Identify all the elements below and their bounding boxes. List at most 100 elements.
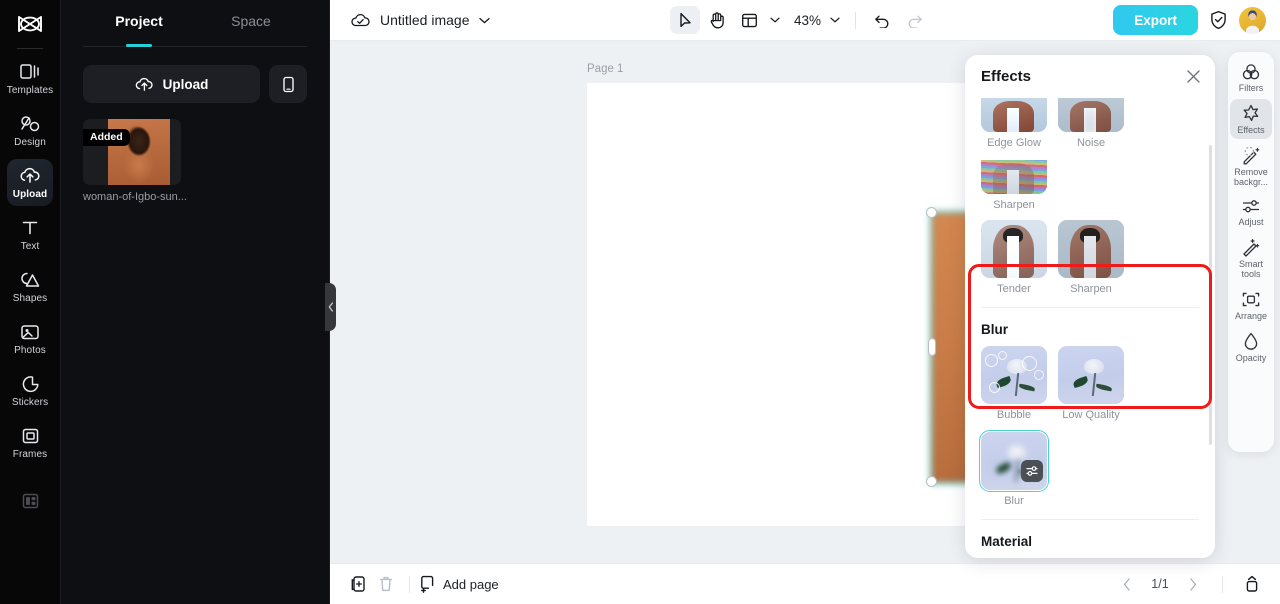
- right-item-opacity[interactable]: Opacity: [1230, 327, 1272, 367]
- chevron-down-icon[interactable]: [478, 17, 490, 24]
- effect-item[interactable]: Tender: [981, 220, 1047, 295]
- right-item-adjust[interactable]: Adjust: [1230, 193, 1272, 231]
- effects-scrollbar[interactable]: [1209, 145, 1212, 445]
- add-page-icon: [421, 575, 434, 593]
- sidebar-item-text[interactable]: Text: [7, 211, 53, 258]
- right-item-label: Remove backgr...: [1233, 167, 1269, 187]
- duplicate-page-button[interactable]: [344, 570, 372, 598]
- layout-dropdown-caret[interactable]: [766, 6, 784, 34]
- right-item-arrange[interactable]: Arrange: [1230, 285, 1272, 325]
- right-item-smart-tools[interactable]: Smart tools: [1230, 233, 1272, 283]
- right-item-label: Arrange: [1234, 311, 1268, 321]
- resize-handle-top-left[interactable]: [926, 207, 937, 218]
- effect-item[interactable]: Noise: [1058, 98, 1124, 149]
- sidebar-item-stickers[interactable]: Stickers: [7, 367, 53, 414]
- effect-thumbnail[interactable]: [981, 346, 1047, 404]
- effect-label: Blur: [1004, 495, 1024, 507]
- asset-filename: woman-of-Igbo-sun...: [83, 191, 187, 203]
- redo-button[interactable]: [899, 6, 929, 34]
- shield-check-icon[interactable]: [1209, 10, 1228, 30]
- effect-item-blur[interactable]: Blur: [979, 430, 1049, 507]
- effects-panel-header: Effects: [965, 55, 1215, 98]
- effect-thumbnail[interactable]: [1058, 346, 1124, 404]
- upload-button[interactable]: Upload: [83, 65, 260, 103]
- effect-item[interactable]: Sharpen: [981, 160, 1047, 211]
- sliders-adjust-icon[interactable]: [1021, 460, 1043, 482]
- sidebar-item-shapes[interactable]: Shapes: [7, 263, 53, 310]
- sidebar-label: Upload: [12, 188, 48, 200]
- sidebar-label: Shapes: [12, 292, 48, 304]
- effect-thumbnail[interactable]: [1058, 98, 1124, 132]
- sidebar-item-photos[interactable]: Photos: [7, 315, 53, 362]
- sidebar-item-templates[interactable]: Templates: [7, 55, 53, 102]
- effect-item-low-quality[interactable]: Low Quality: [1058, 346, 1124, 421]
- upload-from-phone-button[interactable]: [269, 65, 307, 103]
- effect-label: Sharpen: [1070, 283, 1112, 295]
- delete-page-button[interactable]: [372, 570, 400, 598]
- export-button[interactable]: Export: [1113, 5, 1198, 35]
- prev-page-button[interactable]: [1113, 570, 1141, 598]
- chevron-down-icon: [770, 17, 780, 23]
- effect-item-bubble[interactable]: Bubble: [981, 346, 1047, 421]
- zoom-level-value[interactable]: 43%: [786, 13, 824, 28]
- trash-icon: [379, 576, 393, 592]
- effect-thumbnail[interactable]: [1058, 220, 1124, 278]
- opacity-drop-icon: [1242, 332, 1260, 351]
- undo-button[interactable]: [867, 6, 897, 34]
- panel-collapse-handle[interactable]: [325, 283, 336, 331]
- rail-divider: [17, 48, 43, 49]
- sidebar-label: Design: [14, 136, 46, 148]
- right-item-effects[interactable]: Effects: [1230, 99, 1272, 139]
- sidebar-item-layout[interactable]: [7, 477, 53, 524]
- top-toolbar: Untitled image 43% Export: [330, 0, 1280, 41]
- effect-label: Tender: [997, 283, 1031, 295]
- sidebar-item-frames[interactable]: Frames: [7, 419, 53, 466]
- app-logo-icon[interactable]: [0, 2, 61, 46]
- asset-item[interactable]: Added woman-of-Igbo-sun...: [83, 119, 187, 203]
- left-tool-rail: Templates Design Upload Text Shapes Phot…: [0, 0, 61, 604]
- remove-background-icon: [1241, 146, 1261, 165]
- tab-space[interactable]: Space: [195, 0, 307, 42]
- effects-panel-body[interactable]: Edge Glow Noise Sharpen Tender Sharpen B…: [965, 98, 1215, 558]
- collapse-panel-button[interactable]: [1238, 570, 1266, 598]
- design-icon: [19, 114, 41, 134]
- upload-cloud-icon: [135, 77, 153, 91]
- effects-row-scrolled: Edge Glow Noise Sharpen: [981, 98, 1199, 211]
- effect-thumbnail[interactable]: [981, 98, 1047, 132]
- zoom-dropdown-caret[interactable]: [826, 6, 844, 34]
- effect-item[interactable]: Sharpen: [1058, 220, 1124, 295]
- hand-tool-button[interactable]: [702, 6, 732, 34]
- thumbnail-art: [1058, 98, 1124, 132]
- smart-tools-wand-icon: [1241, 238, 1261, 257]
- shapes-icon: [19, 270, 41, 290]
- right-item-filters[interactable]: Filters: [1230, 58, 1272, 97]
- select-tool-button[interactable]: [670, 6, 700, 34]
- asset-thumbnail[interactable]: Added: [83, 119, 181, 185]
- effect-thumbnail-selected[interactable]: [979, 430, 1049, 492]
- tab-project[interactable]: Project: [83, 0, 195, 42]
- effect-thumbnail[interactable]: [981, 220, 1047, 278]
- effect-item[interactable]: Edge Glow: [981, 98, 1047, 149]
- sidebar-label: Frames: [12, 448, 48, 460]
- sidebar-item-design[interactable]: Design: [7, 107, 53, 154]
- document-title[interactable]: Untitled image: [380, 12, 470, 28]
- sidebar-item-upload[interactable]: Upload: [7, 159, 53, 206]
- layout-tool-button[interactable]: [734, 6, 764, 34]
- effect-thumbnail[interactable]: [981, 160, 1047, 194]
- page-indicator: 1/1: [1151, 577, 1169, 591]
- close-icon[interactable]: [1186, 69, 1201, 84]
- next-page-button[interactable]: [1179, 570, 1207, 598]
- thumbnail-art: [981, 220, 1047, 278]
- sidebar-label: Text: [20, 240, 40, 252]
- chevron-right-icon: [1190, 577, 1197, 591]
- hand-icon: [710, 12, 724, 29]
- resize-handle-bottom-left[interactable]: [926, 476, 937, 487]
- resize-handle-left[interactable]: [928, 338, 936, 356]
- redo-arrow-icon: [908, 15, 922, 28]
- section-title-material: Material: [981, 534, 1033, 549]
- thumbnail-art: [1058, 346, 1124, 404]
- upload-button-label: Upload: [162, 76, 209, 92]
- user-avatar[interactable]: [1239, 6, 1266, 34]
- right-item-remove-background[interactable]: Remove backgr...: [1230, 141, 1272, 191]
- add-page-button[interactable]: Add page: [419, 575, 499, 593]
